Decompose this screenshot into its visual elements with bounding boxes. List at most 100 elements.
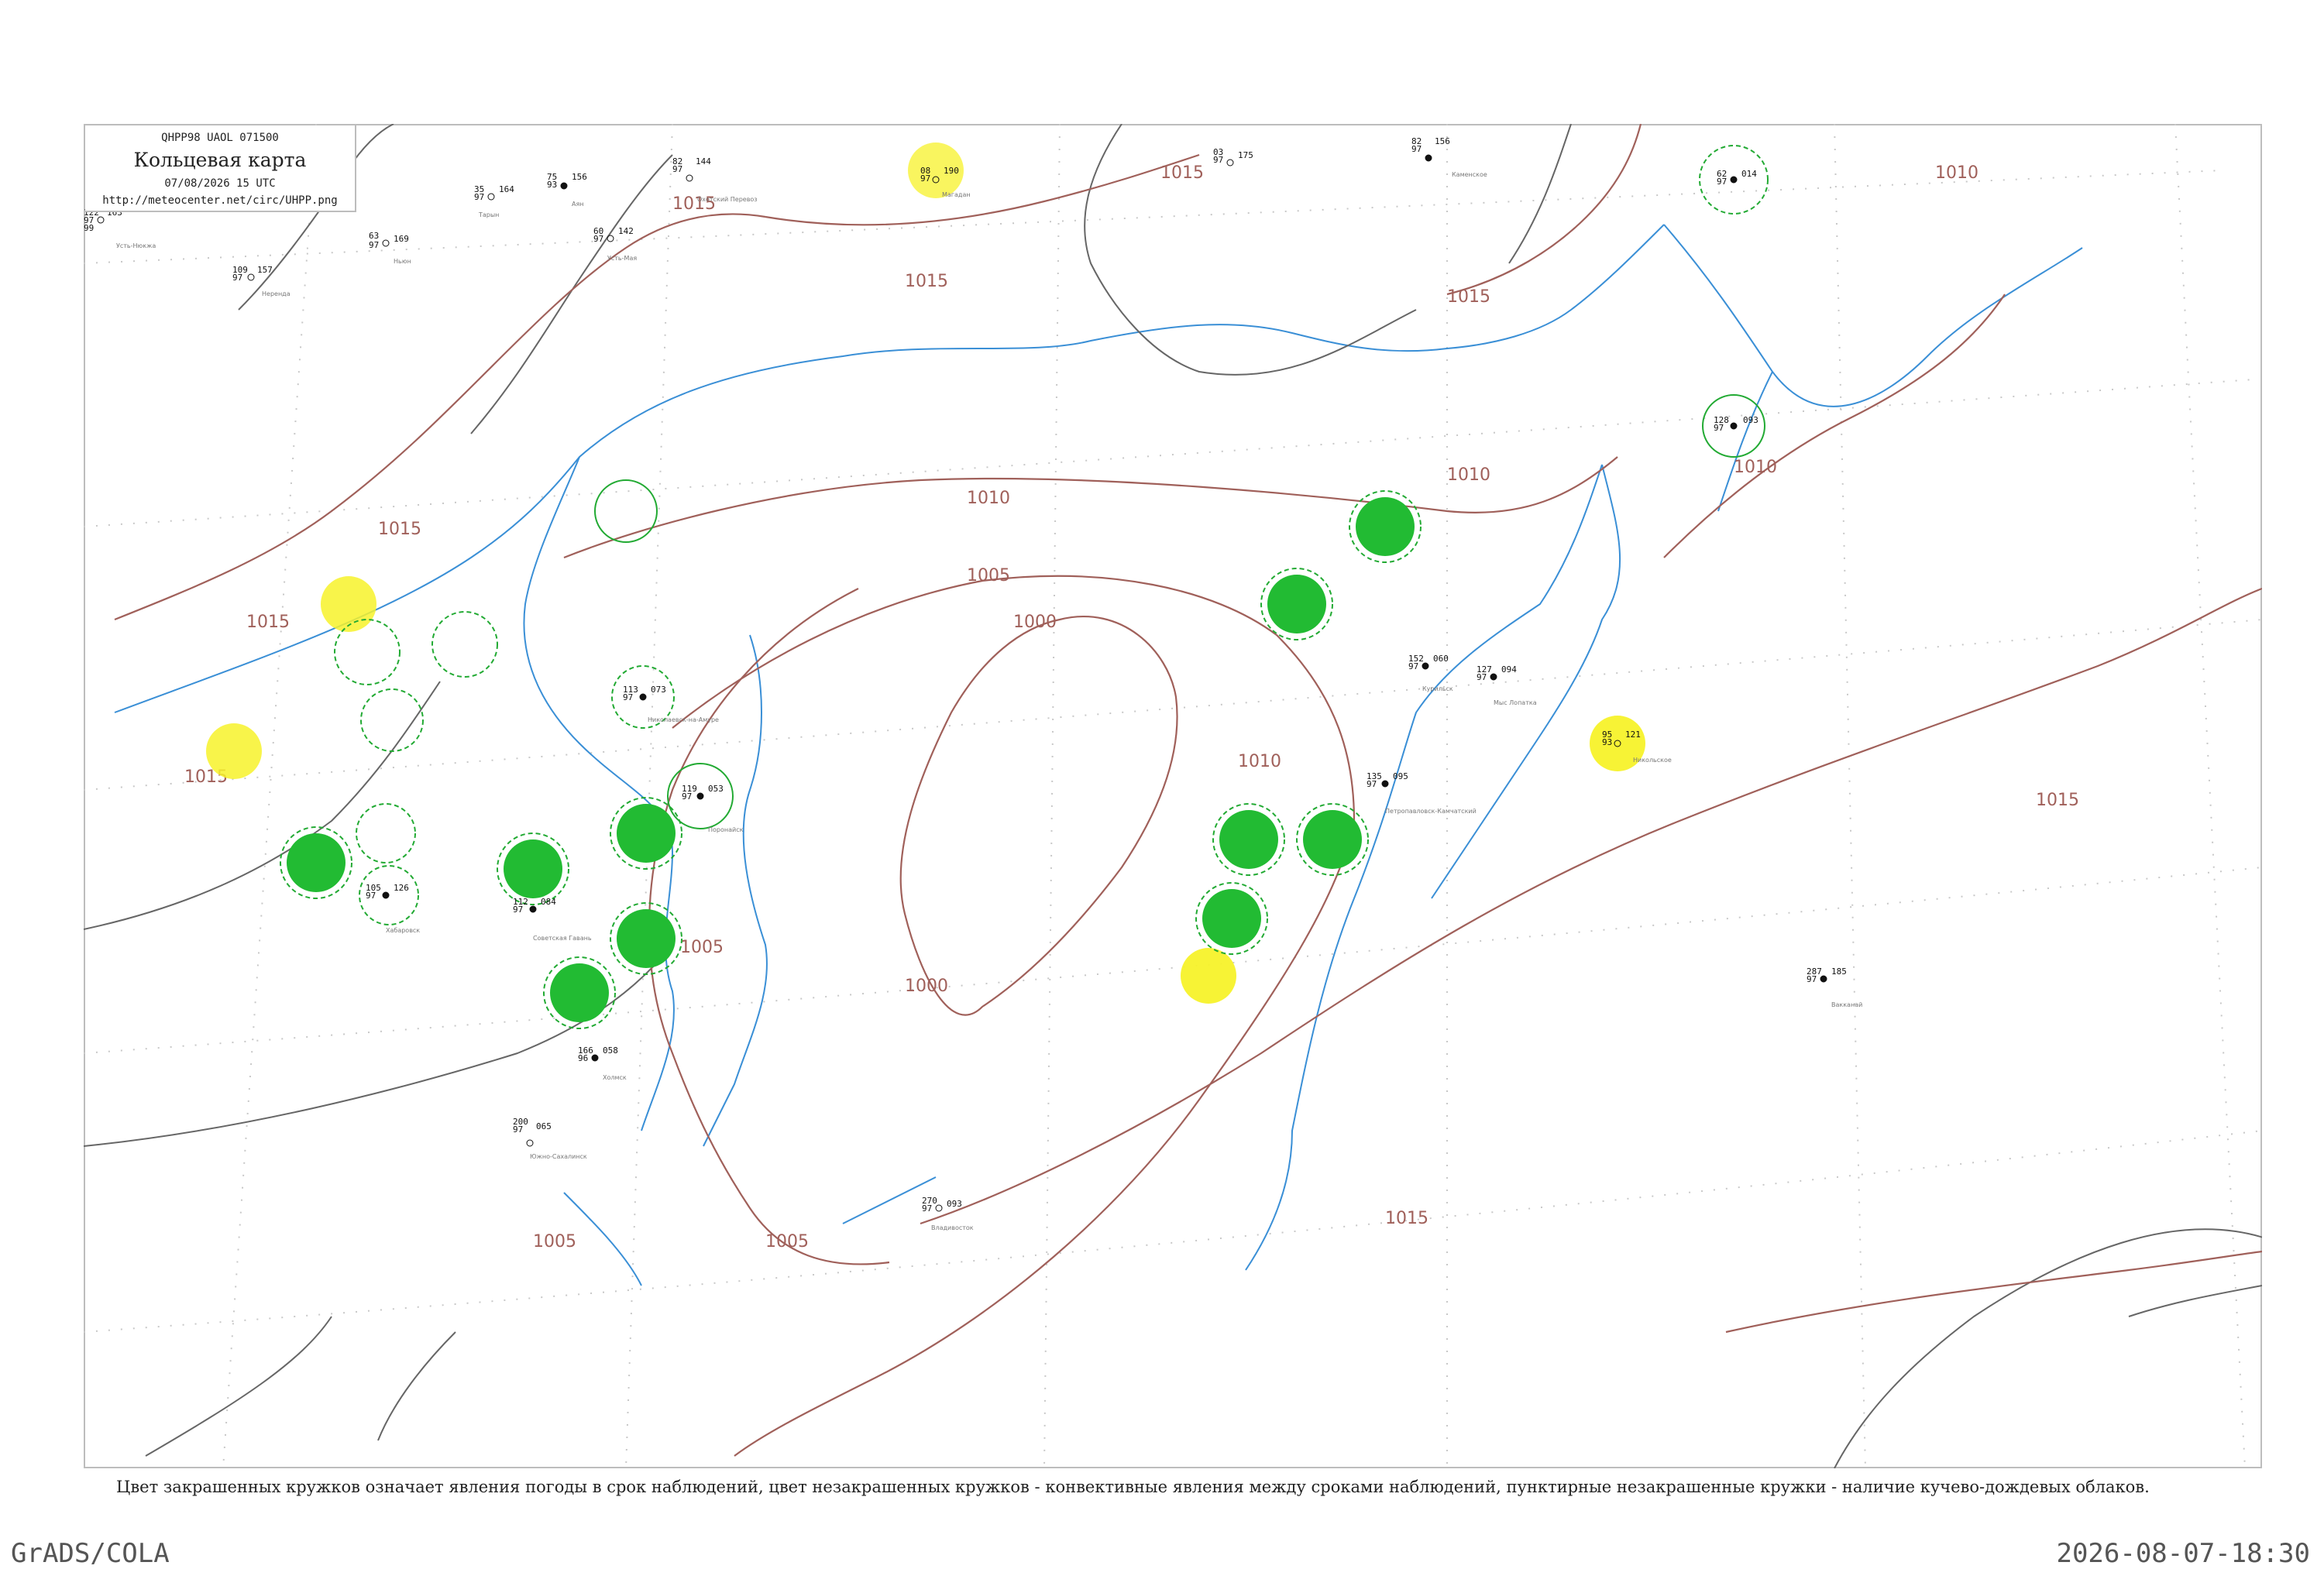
isobar-label: 1010 [1935,163,1978,183]
isobar-1005 [672,575,1356,1457]
svg-text:121: 121 [1625,730,1641,740]
svg-text:065: 065 [536,1121,552,1131]
svg-text:058: 058 [603,1045,618,1056]
station-model[interactable]: 63 169 97 Ньюн [369,231,411,265]
station-model[interactable]: 127 094 97 Мыс Лопатка [1477,664,1537,706]
map-datetime: 07/08/2026 15 UTC [164,177,276,190]
station-model[interactable]: 109 157 97 Неренда [232,265,290,297]
yellow-weather-circle [321,576,376,632]
synoptic-map[interactable]: 1010 1005 1000 1000 1005 1005 1005 1010 … [84,124,2262,1468]
svg-text:97: 97 [920,173,930,184]
svg-text:175: 175 [1238,150,1253,160]
svg-text:Николаевск-на-Амуре: Николаевск-на-Амуре [648,716,719,723]
svg-text:97: 97 [232,273,242,283]
svg-text:93: 93 [547,180,557,190]
isobar-label: 1010 [1447,465,1490,485]
yellow-weather-circle [1181,948,1236,1004]
station-model[interactable]: 135 095 97 Петропавловск-Камчатский [1367,771,1477,815]
svg-text:99: 99 [84,223,94,233]
station-model[interactable]: 03 175 97 [1213,147,1253,167]
isobar-label: 1015 [1385,1209,1428,1228]
green-weather-circle [1267,575,1326,633]
green-weather-circle [617,909,676,968]
isobar-1015-se [1725,1250,2262,1334]
svg-text:164: 164 [499,184,514,194]
station-model[interactable]: 75 156 93 Аян [547,172,587,208]
svg-text:Вакканай: Вакканай [1831,1001,1862,1008]
svg-text:169: 169 [394,234,409,244]
isobar-label: 1005 [765,1232,809,1251]
svg-text:96: 96 [578,1053,588,1063]
svg-text:97: 97 [474,192,484,202]
isobar-label: 1010 [1238,752,1281,771]
isobar-label: 1015 [1447,287,1490,307]
svg-text:Поронайск: Поронайск [708,826,744,833]
svg-text:144: 144 [696,156,711,167]
svg-text:142: 142 [618,226,634,236]
isobar-label: 1015 [378,520,421,539]
isobars [114,124,2262,1457]
convective-rings [280,145,1769,1029]
isobar-1000 [899,615,1178,1016]
station-model[interactable]: 122 163 97 99 Усть-Нюкжа [84,208,156,249]
stations: 122 163 97 99 Усть-Нюкжа 109 157 97 Нере… [84,136,1862,1231]
svg-text:093: 093 [1743,415,1758,425]
map-code: QHPP98 UAOL 071500 [161,132,279,144]
svg-text:095: 095 [1393,771,1408,781]
svg-text:014: 014 [1741,169,1757,179]
legend-note: Цвет закрашенных кружков означает явлени… [116,1478,2150,1496]
svg-text:093: 093 [947,1199,962,1209]
station-model[interactable]: 82 156 97 Каменское [1411,136,1487,178]
isobar-label: 1015 [2036,791,2079,810]
station-model[interactable]: 119 053 97 Поронайск [682,784,744,833]
isobar-1015-north [765,153,1200,226]
isobar-1015-ne [1446,124,1642,296]
isobar-label: 1015 [905,272,948,291]
svg-text:Усть-Мая: Усть-Мая [607,255,637,262]
isobar-1015-east [920,587,2262,1225]
isobar-1015-west [114,213,766,621]
svg-text:Хабаровск: Хабаровск [386,927,420,934]
svg-text:97: 97 [1411,144,1422,154]
station-model[interactable]: 35 164 97 Тарын [474,184,514,218]
svg-text:053: 053 [708,784,724,794]
green-weather-circle [1303,810,1362,869]
svg-text:Магадан: Магадан [942,191,971,198]
isobar-label: 1005 [680,938,724,957]
yellow-weather-circle [206,723,262,779]
svg-text:97: 97 [369,240,379,250]
map-source-url[interactable]: http://meteocenter.net/circ/UHPP.png [85,194,355,207]
isobar-label: 1000 [1013,613,1057,632]
isobar-1005-west [648,588,890,1265]
station-model[interactable]: 62 014 97 [1717,169,1757,187]
svg-text:190: 190 [944,166,959,176]
svg-text:97: 97 [513,905,523,915]
svg-text:060: 060 [1433,654,1449,664]
svg-text:Южно-Сахалинск: Южно-Сахалинск [530,1153,587,1160]
svg-text:Охотский Перевоз: Охотский Перевоз [697,196,758,203]
svg-text:97: 97 [682,791,692,802]
station-model[interactable]: 112 084 97 Советская Гавань [513,897,592,942]
isobar-label: 1005 [967,566,1010,585]
svg-text:Усть-Нюкжа: Усть-Нюкжа [116,242,156,249]
svg-text:084: 084 [541,897,556,907]
station-model[interactable]: 152 060 97 Курильск [1408,654,1453,692]
svg-text:Курильск: Курильск [1422,685,1453,692]
green-weather-circle [1219,810,1278,869]
station-model[interactable]: 128 093 97 [1714,415,1758,433]
svg-text:Петропавловск-Камчатский: Петропавловск-Камчатский [1385,808,1477,815]
station-model[interactable]: 287 185 97 Вакканай [1807,966,1862,1008]
station-model[interactable]: 200 065 97 Южно-Сахалинск [513,1117,587,1160]
svg-text:97: 97 [1367,779,1377,789]
green-weather-circle [550,963,609,1022]
graticule [84,124,2262,1468]
svg-text:97: 97 [1408,661,1418,671]
svg-text:Холмск: Холмск [603,1074,627,1081]
svg-text:97: 97 [513,1124,523,1135]
station-model[interactable]: 105 126 97 Хабаровск [366,883,420,934]
svg-text:094: 094 [1501,664,1517,675]
isobar-label: 1010 [967,489,1010,508]
svg-text:Неренда: Неренда [262,290,290,297]
svg-text:185: 185 [1831,966,1847,977]
station-model[interactable]: 166 058 96 Холмск [578,1045,627,1081]
